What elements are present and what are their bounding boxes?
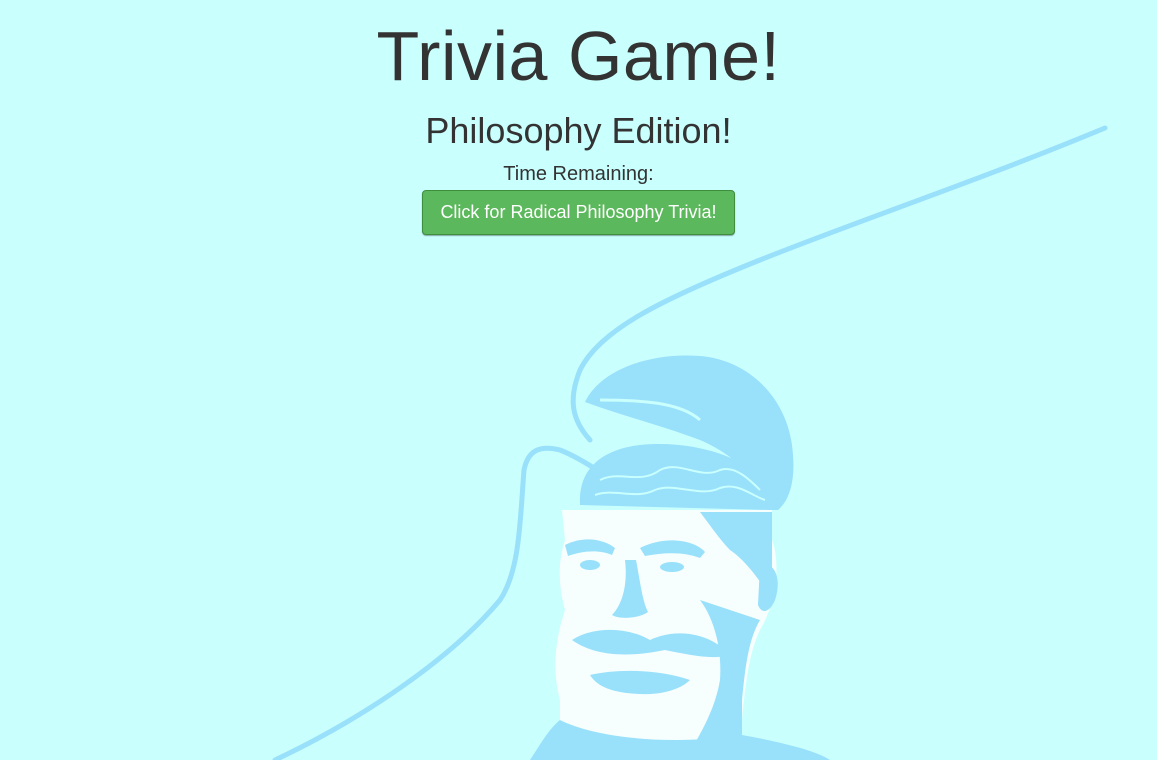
page-subtitle: Philosophy Edition! (425, 110, 732, 151)
start-trivia-button[interactable]: Click for Radical Philosophy Trivia! (422, 190, 735, 235)
page-title: Trivia Game! (376, 17, 781, 95)
time-remaining-label: Time Remaining: (503, 163, 654, 185)
main-content: Trivia Game! Philosophy Edition! Time Re… (0, 0, 1157, 235)
time-remaining: Time Remaining: (0, 162, 1157, 186)
thought-line-lower (272, 445, 603, 760)
